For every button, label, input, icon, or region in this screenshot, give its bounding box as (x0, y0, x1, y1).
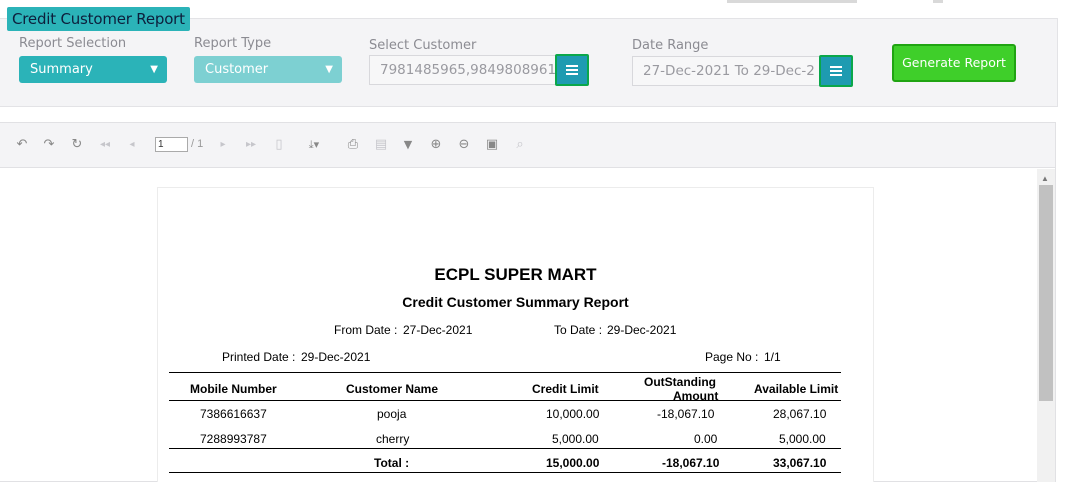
vertical-scrollbar[interactable]: ▲ (1037, 169, 1055, 482)
panel-title: Credit Customer Report (7, 7, 190, 31)
total-outstanding: -18,067.10 (662, 456, 720, 470)
select-customer-field[interactable]: 7981485965,9849808961,9 (369, 55, 557, 85)
printed-date-label: Printed Date : (222, 350, 296, 364)
menu-icon (830, 66, 842, 76)
report-page: ECPL SUPER MART Credit Customer Summary … (157, 187, 874, 482)
top-strip-segment (727, 0, 857, 3)
export-icon[interactable]: ⤓▾ (300, 136, 328, 154)
caret-down-icon: ▼ (325, 64, 333, 75)
date-range-button[interactable] (819, 55, 853, 87)
col-mobile-number: Mobile Number (190, 382, 277, 396)
to-date-value: 29-Dec-2021 (607, 323, 677, 337)
bottom-rule (169, 472, 841, 473)
row1-mobile: 7386616637 (200, 407, 267, 421)
report-selection-dropdown[interactable]: Summary ▼ (19, 56, 167, 83)
customer-list-button[interactable] (555, 54, 589, 86)
date-range-field[interactable]: 27-Dec-2021 To 29-Dec-2 (632, 56, 820, 86)
report-type-value: Customer (205, 62, 269, 77)
to-date-label: To Date : (554, 323, 603, 337)
col-outstanding: OutStanding (644, 375, 716, 389)
row2-credit: 5,000.00 (552, 432, 599, 446)
printed-date-value: 29-Dec-2021 (301, 350, 371, 364)
refresh-icon[interactable]: ↻ (69, 136, 85, 154)
menu-icon (566, 65, 578, 75)
caret-down-icon: ▼ (150, 64, 158, 75)
report-viewer: ↶ ↷ ↻ ◂◂ ◂ 1 / 1 ▸ ▸▸ ▯ ⤓▾ ⎙ ▤ ▼ ⊕ ⊖ ▣ ⌕… (0, 122, 1056, 482)
column-header-rule (169, 400, 841, 401)
row1-outstanding: -18,067.10 (657, 407, 715, 421)
document-icon[interactable]: ▯ (271, 136, 287, 154)
date-range-label: Date Range (632, 38, 709, 53)
total-label: Total : (374, 456, 410, 470)
total-credit: 15,000.00 (546, 456, 600, 470)
filter-icon[interactable]: ▼ (400, 136, 416, 154)
first-page-icon[interactable]: ◂◂ (97, 136, 113, 154)
header-rule (169, 372, 841, 373)
report-type-label: Report Type (194, 36, 272, 51)
redo-icon[interactable]: ↷ (41, 136, 57, 154)
top-strip (0, 0, 1065, 6)
zoom-out-icon[interactable]: ⊖ (456, 136, 472, 154)
search-icon[interactable]: ⌕ (512, 136, 528, 154)
next-page-icon[interactable]: ▸ (215, 136, 231, 154)
page-total: / 1 (191, 138, 204, 150)
total-available: 33,067.10 (773, 456, 827, 470)
row1-customer: pooja (377, 407, 407, 421)
row2-outstanding: 0.00 (694, 432, 718, 446)
page-number-input[interactable]: 1 (155, 137, 188, 152)
page-no-label: Page No : (705, 350, 759, 364)
report-type-dropdown[interactable]: Customer ▼ (194, 56, 342, 83)
prev-page-icon[interactable]: ◂ (124, 136, 140, 154)
company-name: ECPL SUPER MART (434, 265, 597, 284)
col-credit-limit: Credit Limit (532, 382, 599, 396)
last-page-icon[interactable]: ▸▸ (243, 136, 259, 154)
undo-icon[interactable]: ↶ (14, 136, 30, 154)
page-no-value: 1/1 (764, 350, 781, 364)
top-strip-segment (933, 0, 943, 3)
report-title: Credit Customer Summary Report (402, 294, 629, 310)
row1-available: 28,067.10 (773, 407, 827, 421)
row2-customer: cherry (376, 432, 410, 446)
row2-available: 5,000.00 (779, 432, 826, 446)
from-date-value: 27-Dec-2021 (403, 323, 473, 337)
scroll-up-arrow-icon[interactable]: ▲ (1041, 174, 1049, 183)
row1-credit: 10,000.00 (546, 407, 600, 421)
scrollbar-thumb[interactable] (1039, 185, 1053, 401)
generate-report-button[interactable]: Generate Report (892, 44, 1016, 82)
total-rule (169, 448, 841, 449)
row2-mobile: 7288993787 (200, 432, 267, 446)
fit-page-icon[interactable]: ▣ (484, 136, 500, 154)
print-icon[interactable]: ⎙ (345, 136, 361, 154)
report-selection-label: Report Selection (19, 36, 127, 51)
select-customer-label: Select Customer (369, 38, 477, 53)
print-layout-icon[interactable]: ▤ (373, 136, 389, 154)
col-available-limit: Available Limit (754, 382, 839, 396)
zoom-in-icon[interactable]: ⊕ (428, 136, 444, 154)
viewer-toolbar: ↶ ↷ ↻ ◂◂ ◂ 1 / 1 ▸ ▸▸ ▯ ⤓▾ ⎙ ▤ ▼ ⊕ ⊖ ▣ ⌕ (0, 123, 1055, 168)
from-date-label: From Date : (334, 323, 398, 337)
col-customer-name: Customer Name (346, 382, 439, 396)
report-selection-value: Summary (30, 62, 93, 77)
